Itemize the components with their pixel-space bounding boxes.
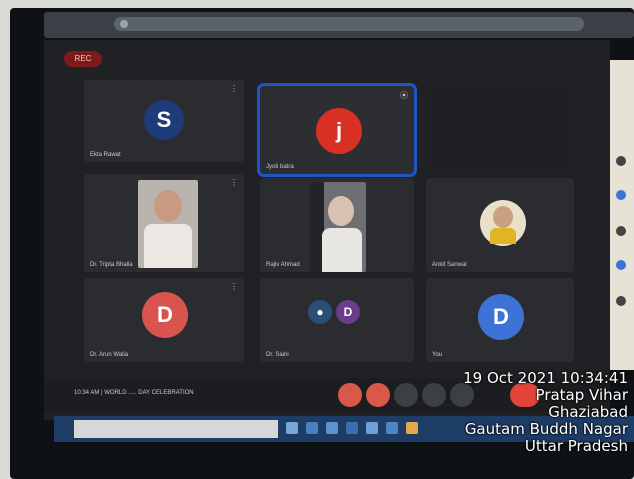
recording-badge: REC (64, 51, 102, 67)
avatar: ● (308, 300, 332, 324)
taskbar-search[interactable] (74, 420, 278, 438)
shirt (144, 224, 192, 268)
app-icon[interactable] (366, 422, 378, 434)
avatar: j (316, 108, 362, 154)
browser-address-bar[interactable] (44, 12, 634, 38)
participant-video (138, 180, 198, 268)
participant-name: Rajiv Ahmad (266, 262, 300, 268)
shirt (490, 228, 516, 244)
app-icon[interactable] (326, 422, 338, 434)
app-icon[interactable] (346, 422, 358, 434)
participant-name: Dr. Saini (266, 352, 289, 358)
participant-name: Dr. Arun Walia (90, 352, 129, 358)
chat-avatar (616, 226, 626, 236)
stamp-line1: Pratap Vihar (535, 386, 628, 404)
meeting-title: WORLD ..... DAY CELEBRATION (104, 390, 194, 396)
app-icon[interactable] (286, 422, 298, 434)
chat-avatar (616, 156, 626, 166)
mic-icon[interactable] (338, 383, 362, 407)
app-icon[interactable] (306, 422, 318, 434)
camera-icon[interactable] (366, 383, 390, 407)
more-icon[interactable]: ⋮ (230, 282, 238, 291)
participant-tile-active[interactable]: j Jyoti batra ⦿ (257, 83, 417, 177)
participant-tile[interactable]: Dr. Tripta Bhalla ⋮ (84, 174, 244, 272)
face (154, 190, 182, 222)
chat-avatar (616, 190, 626, 200)
stamp-line3: Gautam Buddh Nagar (464, 420, 628, 438)
participant-photo (480, 200, 526, 246)
stamp-line4: Uttar Pradesh (524, 437, 628, 455)
meeting-time-title: 10:34 AM | WORLD ..... DAY CELEBRATION (74, 390, 194, 396)
face (493, 206, 513, 228)
photo-timestamp-overlay: 19 Oct 2021 10:34:41 Pratap Vihar Ghazia… (463, 370, 628, 455)
shirt (322, 228, 362, 272)
participant-tile[interactable]: D You (426, 278, 574, 362)
url-field[interactable] (114, 17, 584, 31)
participant-name: Ekta Rawat (90, 152, 121, 158)
present-icon[interactable] (422, 383, 446, 407)
meeting-grid: REC S Ekta Rawat ⋮ j Jyoti batra ⦿ Dr. T… (44, 40, 610, 420)
app-icon[interactable] (386, 422, 398, 434)
chat-avatar (616, 296, 626, 306)
mic-off-icon: ⦿ (400, 91, 408, 100)
face (328, 196, 354, 226)
avatar: D (142, 292, 188, 338)
participant-name: Jyoti batra (266, 164, 294, 170)
participant-tile[interactable]: D Dr. Arun Walia ⋮ (84, 278, 244, 362)
chat-panel-edge[interactable] (610, 60, 634, 370)
meeting-time: 10:34 AM (74, 390, 100, 396)
participant-tile[interactable]: Ankit Sanwal (426, 178, 574, 272)
participant-tile[interactable]: Rajiv Ahmad (260, 178, 414, 272)
participant-tile[interactable]: S Ekta Rawat ⋮ (84, 80, 244, 162)
stamp-datetime: 19 Oct 2021 10:34:41 (463, 369, 628, 387)
chat-avatar (616, 260, 626, 270)
stamp-line2: Ghaziabad (548, 403, 628, 421)
participant-video (310, 182, 366, 272)
participant-name: Dr. Tripta Bhalla (90, 262, 133, 268)
participant-tile[interactable] (426, 84, 574, 174)
site-icon (120, 20, 128, 28)
avatar: S (144, 100, 184, 140)
app-icon[interactable] (406, 422, 418, 434)
more-icon[interactable]: ⋮ (230, 178, 238, 187)
participant-name: Ankit Sanwal (432, 262, 467, 268)
avatar: D (478, 294, 524, 340)
separator: | (101, 390, 103, 396)
pin-icon[interactable]: ⋮ (230, 84, 238, 93)
hand-icon[interactable] (394, 383, 418, 407)
avatar: D (336, 300, 360, 324)
participant-tile[interactable]: ● D Dr. Saini (260, 278, 414, 362)
participant-name: You (432, 352, 443, 358)
